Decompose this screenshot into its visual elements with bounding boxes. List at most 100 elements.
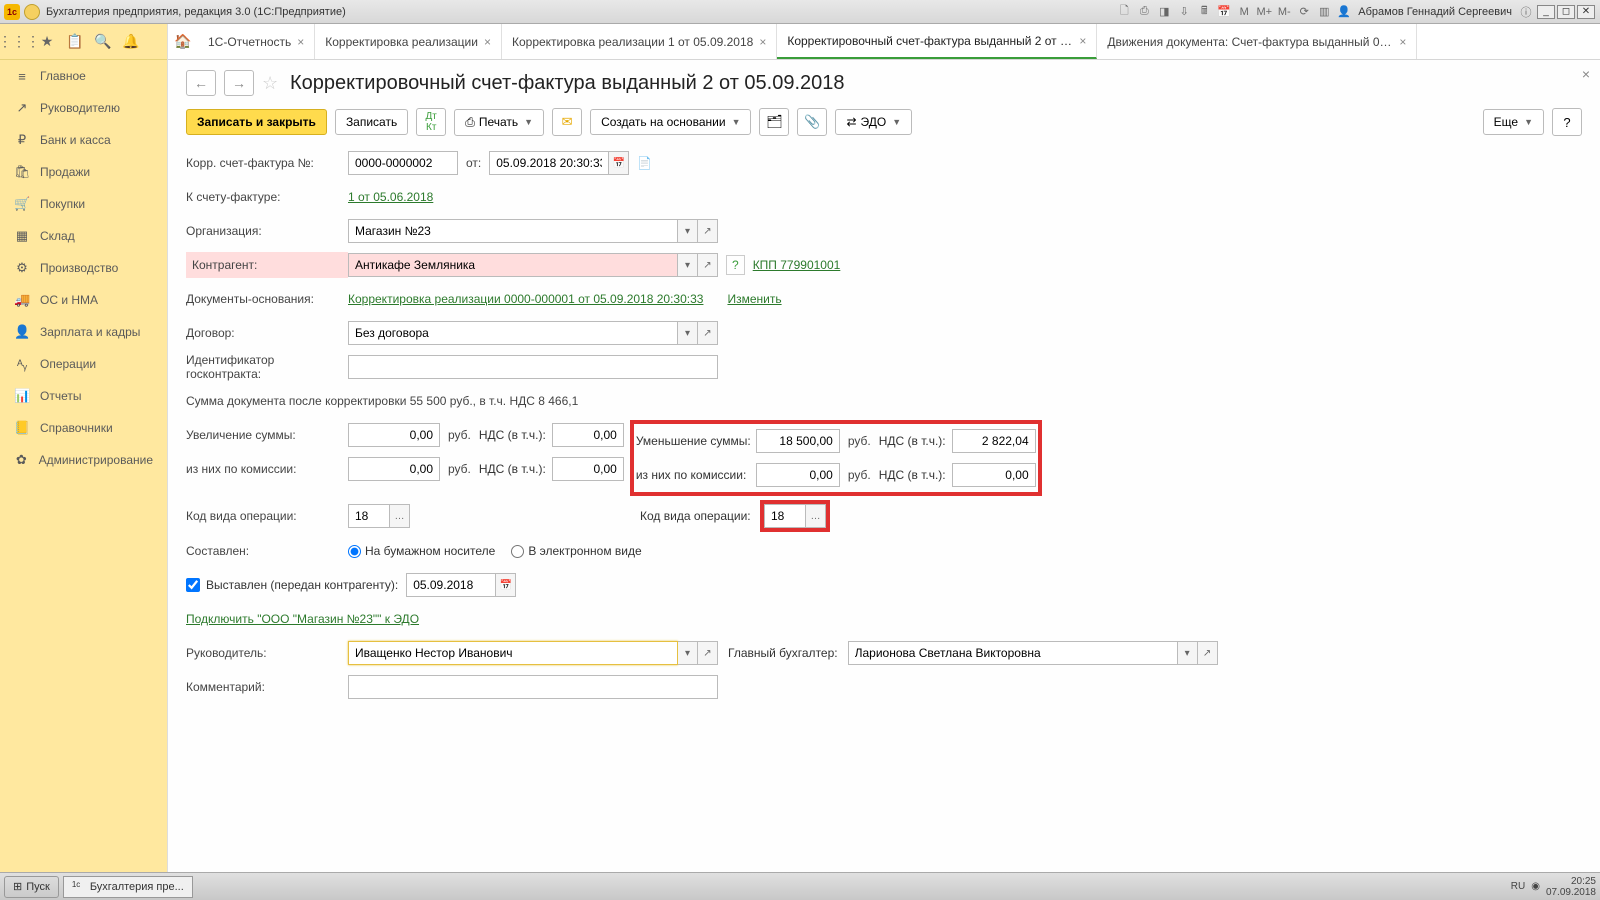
contragent-help-button[interactable]: ?: [726, 255, 745, 275]
org-input[interactable]: [348, 219, 678, 243]
edo-connect-link[interactable]: Подключить "ООО "Магазин №23"" к ЭДО: [186, 612, 419, 626]
electronic-radio[interactable]: [511, 545, 524, 558]
open-icon[interactable]: ↗: [698, 641, 718, 665]
dropdown-icon[interactable]: ▾: [1178, 641, 1198, 665]
titlebar-compare-icon[interactable]: ◨: [1155, 3, 1173, 21]
dec-commission-nds-input[interactable]: [952, 463, 1036, 487]
bell-icon[interactable]: 🔔: [122, 33, 140, 51]
tray-icon[interactable]: ◉: [1531, 881, 1540, 892]
select-icon[interactable]: …: [390, 504, 410, 528]
sidebar-item-production[interactable]: ⚙Производство: [0, 252, 167, 284]
open-icon[interactable]: ↗: [698, 219, 718, 243]
titlebar-download-icon[interactable]: ⇩: [1175, 3, 1193, 21]
lang-indicator[interactable]: RU: [1511, 881, 1525, 892]
help-button[interactable]: ?: [1552, 108, 1582, 136]
titlebar-mminus-icon[interactable]: M-: [1275, 3, 1293, 21]
select-icon[interactable]: …: [806, 504, 826, 528]
inc-commission-nds-input[interactable]: [552, 457, 624, 481]
titlebar-calc-icon[interactable]: 🖩: [1195, 3, 1213, 21]
basis-link[interactable]: Корректировка реализации 0000-000001 от …: [348, 292, 703, 306]
maximize-button[interactable]: ◻: [1557, 5, 1575, 19]
dropdown-icon[interactable]: ▾: [678, 219, 698, 243]
paper-radio[interactable]: [348, 545, 361, 558]
home-icon[interactable]: 🏠: [168, 24, 198, 59]
op-code-1-input[interactable]: [348, 504, 390, 528]
date-input[interactable]: [489, 151, 609, 175]
basis-change-link[interactable]: Изменить: [727, 292, 781, 306]
titlebar-panel-icon[interactable]: ▥: [1315, 3, 1333, 21]
calendar-icon[interactable]: 📅: [496, 573, 516, 597]
tab-correction[interactable]: Корректировка реализации×: [315, 24, 502, 59]
search-icon[interactable]: 🔍: [94, 33, 112, 51]
minimize-button[interactable]: _: [1537, 5, 1555, 19]
tab-close-icon[interactable]: ×: [1399, 35, 1406, 49]
save-button[interactable]: Записать: [335, 109, 408, 135]
app-dropdown-icon[interactable]: [24, 4, 40, 20]
tab-correction-invoice[interactable]: Корректировочный счет-фактура выданный 2…: [777, 24, 1097, 59]
star-icon[interactable]: ★: [38, 33, 56, 51]
op-code-2-input[interactable]: [764, 504, 806, 528]
clipboard-icon[interactable]: 📋: [66, 33, 84, 51]
dropdown-icon[interactable]: ▾: [678, 641, 698, 665]
tab-close-icon[interactable]: ×: [1079, 34, 1086, 48]
info-icon[interactable]: ⓘ: [1517, 3, 1535, 21]
start-button[interactable]: ⊞Пуск: [4, 876, 59, 898]
tab-close-icon[interactable]: ×: [484, 35, 491, 49]
nav-back-button[interactable]: ←: [186, 70, 216, 96]
to-invoice-link[interactable]: 1 от 05.06.2018: [348, 190, 433, 204]
accountant-input[interactable]: [848, 641, 1178, 665]
relations-button[interactable]: 🗂: [759, 108, 789, 136]
titlebar-file-icon[interactable]: 🗋: [1115, 3, 1133, 21]
save-close-button[interactable]: Записать и закрыть: [186, 109, 327, 135]
tab-correction-1[interactable]: Корректировка реализации 1 от 05.09.2018…: [502, 24, 777, 59]
sidebar-item-reports[interactable]: 📊Отчеты: [0, 380, 167, 412]
titlebar-print-icon[interactable]: ⎙: [1135, 3, 1153, 21]
sidebar-item-manager[interactable]: ↗Руководителю: [0, 92, 167, 124]
clock[interactable]: 20:25 07.09.2018: [1546, 876, 1596, 898]
tab-close-icon[interactable]: ×: [759, 35, 766, 49]
decrease-input[interactable]: [756, 429, 840, 453]
sidebar-item-salary[interactable]: 👤Зарплата и кадры: [0, 316, 167, 348]
dt-kt-button[interactable]: ДтКт: [416, 108, 446, 136]
issued-date-input[interactable]: [406, 573, 496, 597]
issued-checkbox[interactable]: [186, 578, 200, 592]
sidebar-item-operations[interactable]: ᴬᵧОперации: [0, 348, 167, 380]
titlebar-mplus-icon[interactable]: M+: [1255, 3, 1273, 21]
open-icon[interactable]: ↗: [1198, 641, 1218, 665]
mail-button[interactable]: ✉: [552, 108, 582, 136]
sidebar-item-admin[interactable]: ✿Администрирование: [0, 444, 167, 476]
titlebar-calendar-icon[interactable]: 📅: [1215, 3, 1233, 21]
decrease-nds-input[interactable]: [952, 429, 1036, 453]
sidebar-item-bank[interactable]: ₽Банк и касса: [0, 124, 167, 156]
print-button[interactable]: ⎙Печать▼: [454, 109, 544, 136]
contract-input[interactable]: [348, 321, 678, 345]
dec-commission-input[interactable]: [756, 463, 840, 487]
goscontract-input[interactable]: [348, 355, 718, 379]
open-icon[interactable]: ↗: [698, 253, 718, 277]
kpp-link[interactable]: КПП 779901001: [753, 258, 841, 272]
taskbar-task-1c[interactable]: 1cБухгалтерия пре...: [63, 876, 193, 898]
sidebar-item-warehouse[interactable]: ▦Склад: [0, 220, 167, 252]
attach-button[interactable]: 📎: [797, 108, 827, 136]
titlebar-refresh-icon[interactable]: ⟳: [1295, 3, 1313, 21]
open-icon[interactable]: ↗: [698, 321, 718, 345]
tab-movements[interactable]: Движения документа: Счет-фактура выданны…: [1097, 24, 1417, 59]
titlebar-m-icon[interactable]: M: [1235, 3, 1253, 21]
apps-icon[interactable]: ⋮⋮⋮: [10, 33, 28, 51]
sidebar-item-sales[interactable]: 🛍Продажи: [0, 156, 167, 188]
sidebar-item-main[interactable]: ≡Главное: [0, 60, 167, 92]
inc-commission-input[interactable]: [348, 457, 440, 481]
sidebar-item-assets[interactable]: 🚚ОС и НМА: [0, 284, 167, 316]
nav-forward-button[interactable]: →: [224, 70, 254, 96]
tab-close-icon[interactable]: ×: [297, 35, 304, 49]
dropdown-icon[interactable]: ▾: [678, 253, 698, 277]
create-based-button[interactable]: Создать на основании▼: [590, 109, 751, 135]
tab-1c-report[interactable]: 1С-Отчетность×: [198, 24, 315, 59]
post-icon[interactable]: 📄: [637, 156, 652, 170]
more-button[interactable]: Еще▼: [1483, 109, 1544, 135]
close-button[interactable]: ✕: [1577, 5, 1595, 19]
page-close-icon[interactable]: ×: [1582, 66, 1590, 82]
contragent-input[interactable]: [348, 253, 678, 277]
head-input[interactable]: [348, 641, 678, 665]
dropdown-icon[interactable]: ▾: [678, 321, 698, 345]
